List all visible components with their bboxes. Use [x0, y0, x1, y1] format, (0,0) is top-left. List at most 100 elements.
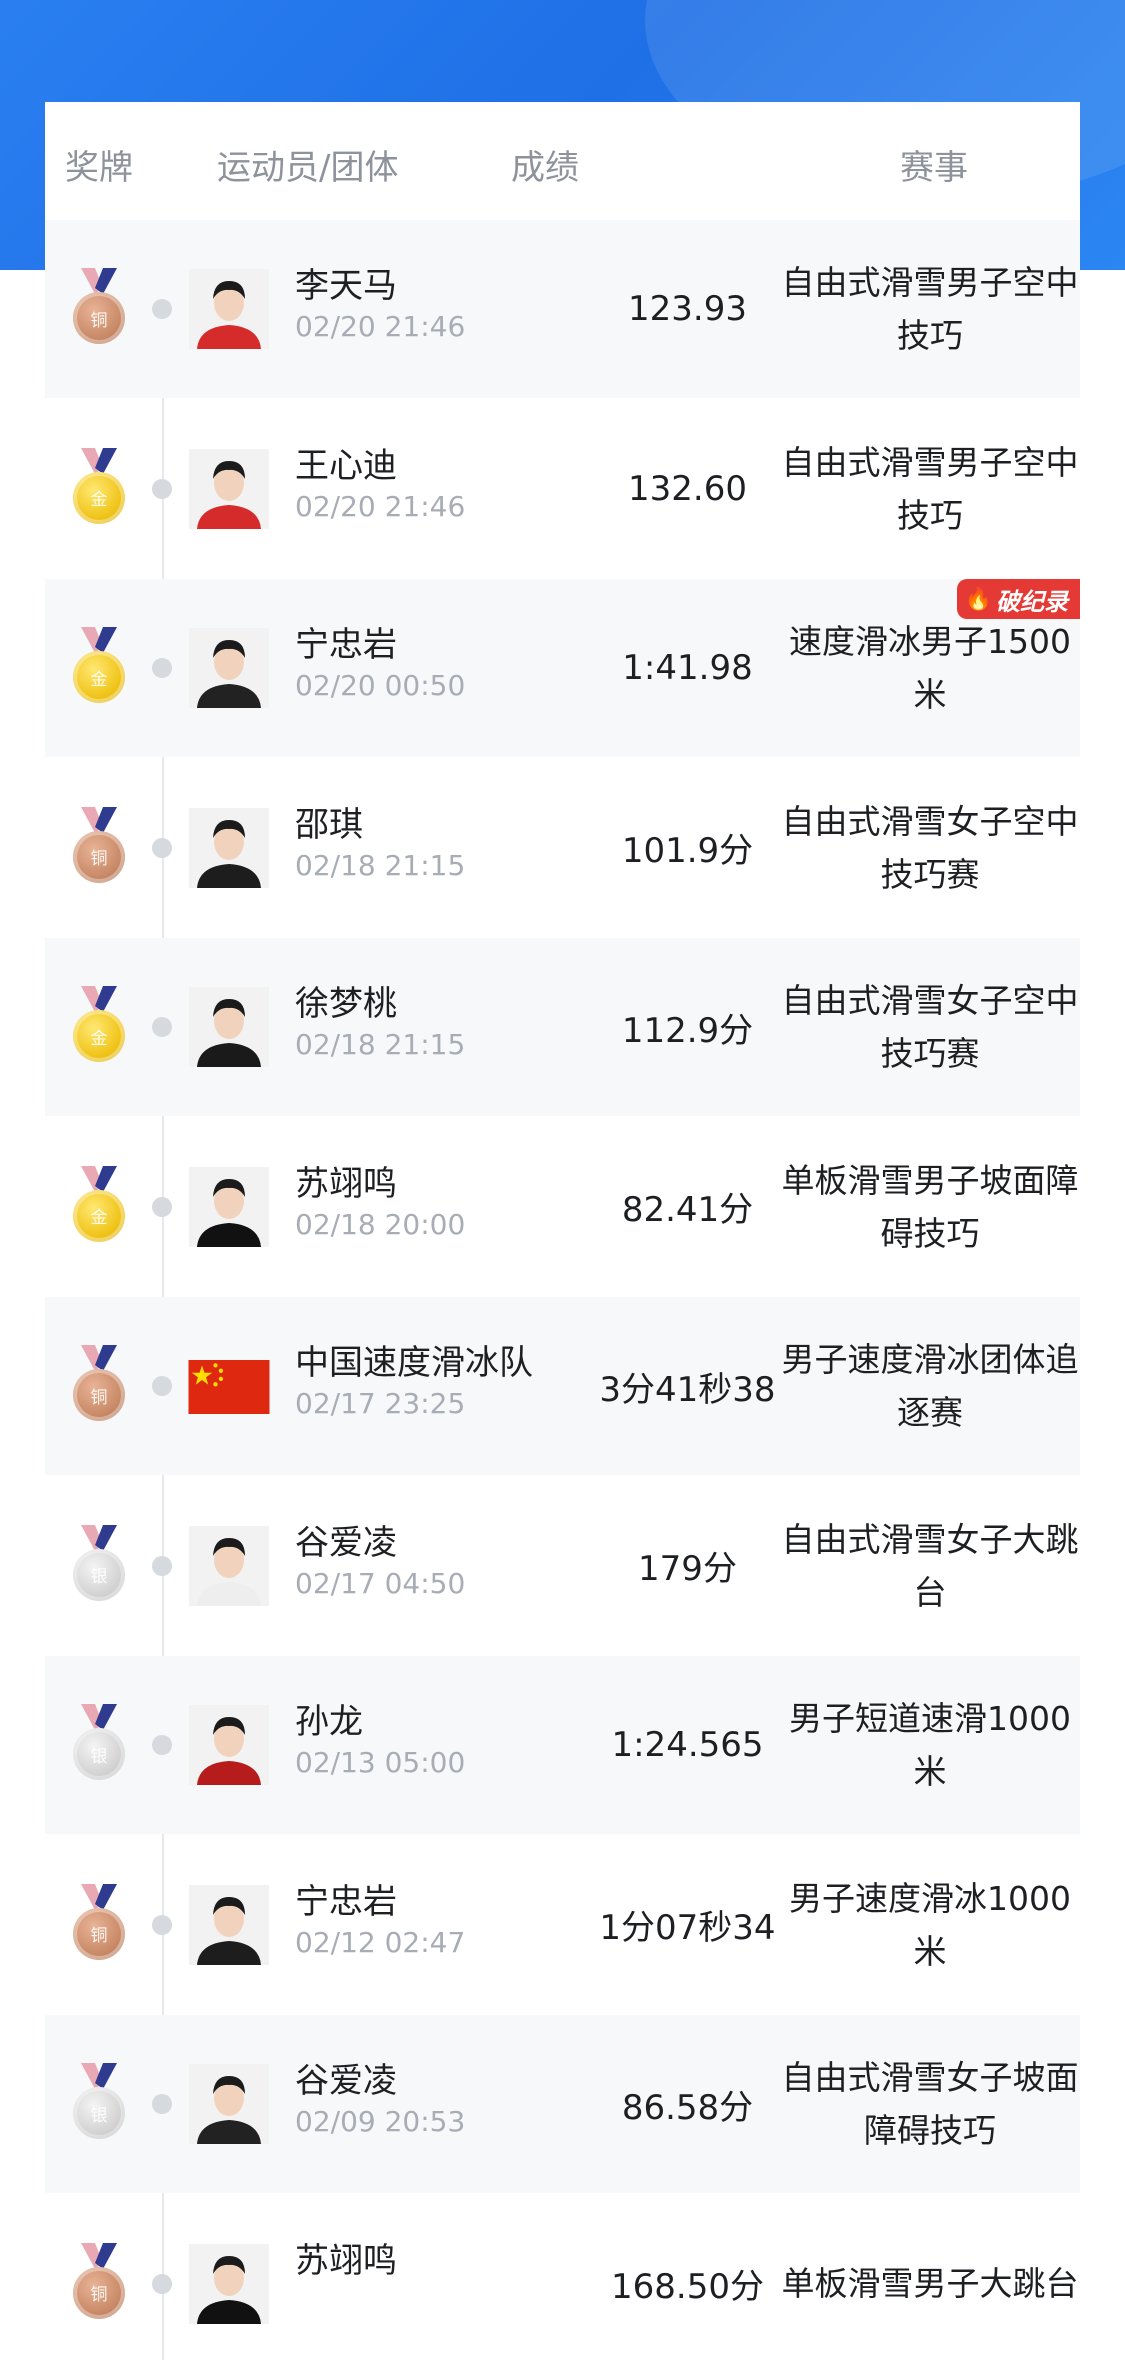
- avatar: [189, 1705, 269, 1785]
- medal-label: 银: [90, 2105, 108, 2126]
- medal-time: 02/13 05:00: [295, 1746, 466, 1779]
- medal-table: 奖牌 运动员/团体 成绩 赛事 铜 李天马 02/20 21:46 123.93…: [45, 102, 1080, 2360]
- event-name: 单板滑雪男子大跳台: [780, 2195, 1080, 2360]
- event-name: 自由式滑雪女子空中技巧赛: [780, 938, 1080, 1116]
- timeline-dot: [152, 2094, 172, 2114]
- medal-label: 铜: [90, 2285, 108, 2305]
- event-text: 自由式滑雪女子空中技巧赛: [781, 801, 1079, 894]
- timeline-dot: [152, 1735, 172, 1755]
- event-name: 单板滑雪男子坡面障碍技巧: [780, 1118, 1080, 1296]
- event-text: 自由式滑雪男子空中技巧: [781, 442, 1079, 535]
- gold-medal-icon: 金: [73, 1165, 125, 1244]
- score-text: 1:24.565: [611, 1725, 764, 1765]
- medal-row[interactable]: 金 苏翊鸣 02/18 20:00 82.41分 单板滑雪男子坡面障碍技巧: [45, 1118, 1080, 1296]
- event-text: 男子短道速滑1000米: [789, 1699, 1071, 1791]
- event-name: 自由式滑雪男子空中技巧: [780, 400, 1080, 578]
- medal-disc: 铜: [73, 292, 125, 344]
- timeline-dot: [152, 1017, 172, 1037]
- medal-label: 银: [90, 1746, 108, 1767]
- event-text: 自由式滑雪女子大跳台: [781, 1519, 1079, 1612]
- silver-medal-icon: 银: [73, 2063, 125, 2141]
- medal-time: 02/18 21:15: [295, 848, 466, 882]
- timeline-dot: [152, 658, 172, 678]
- event-name: 自由式滑雪女子坡面障碍技巧: [780, 2015, 1080, 2193]
- medal-row[interactable]: 银 谷爱凌 02/09 20:53 86.58分 自由式滑雪女子坡面障碍技巧: [45, 2015, 1080, 2193]
- score-text: 168.50分: [611, 2267, 764, 2307]
- medal-time: 02/17 04:50: [295, 1566, 466, 1600]
- medal-disc: 银: [73, 2087, 125, 2139]
- medal-disc: 铜: [73, 830, 125, 883]
- gold-medal-icon: 金: [73, 447, 125, 526]
- medal-time: 02/09 20:53: [295, 2105, 466, 2138]
- medal-label: 金: [90, 490, 108, 510]
- score-text: 112.9分: [621, 1010, 754, 1051]
- event-text: 单板滑雪男子大跳台: [781, 2264, 1079, 2303]
- avatar: [189, 1166, 269, 1247]
- timeline-dot: [152, 1376, 172, 1396]
- column-header-event: 赛事: [900, 148, 968, 188]
- score-text: 82.41分: [621, 1190, 754, 1230]
- athlete-name: 苏翊鸣: [295, 1163, 397, 1204]
- china-flag-icon: [188, 1360, 270, 1414]
- silver-medal-icon: 银: [73, 1704, 125, 1782]
- event-text: 自由式滑雪女子空中技巧赛: [781, 981, 1079, 1073]
- bronze-medal-icon: 铜: [73, 1345, 125, 1423]
- event-text: 速度滑冰男子1500米: [789, 622, 1071, 714]
- medal-row[interactable]: 银 孙龙 02/13 05:00 1:24.565 男子短道速滑1000米: [45, 1656, 1080, 1834]
- table-header: 奖牌 运动员/团体 成绩 赛事: [45, 102, 1080, 220]
- event-text: 单板滑雪男子坡面障碍技巧: [781, 1160, 1079, 1253]
- medal-time: 02/20 21:46: [295, 310, 466, 343]
- score-text: 101.9分: [621, 831, 754, 871]
- medal-row[interactable]: 铜 中国速度滑冰队 02/17 23:25 3分41秒38 男子速度滑冰团体追逐…: [45, 1297, 1080, 1475]
- avatar: [189, 1884, 269, 1965]
- timeline-dot: [152, 1196, 172, 1217]
- medal-label: 金: [90, 1208, 108, 1228]
- event-text: 自由式滑雪男子空中技巧: [781, 263, 1079, 355]
- athlete-name: 邵琪: [295, 804, 363, 845]
- bronze-medal-icon: 铜: [73, 806, 125, 885]
- event-text: 自由式滑雪女子坡面障碍技巧: [781, 2058, 1079, 2150]
- avatar: [189, 2064, 269, 2144]
- medal-disc: 铜: [73, 1907, 125, 1960]
- medal-label: 铜: [90, 1926, 108, 1946]
- medal-row[interactable]: 金 徐梦桃 02/18 21:15 112.9分 自由式滑雪女子空中技巧赛: [45, 938, 1080, 1116]
- medal-row[interactable]: 银 谷爱凌 02/17 04:50 179分 自由式滑雪女子大跳台: [45, 1477, 1080, 1655]
- avatar: [189, 987, 269, 1067]
- timeline-dot: [152, 1914, 172, 1935]
- medal-time: 02/17 23:25: [295, 1387, 466, 1420]
- medal-disc: 银: [73, 1548, 125, 1601]
- athlete-name: 宁忠岩: [295, 1881, 397, 1922]
- score-text: 132.60: [628, 468, 747, 509]
- athlete-name: 苏翊鸣: [295, 2240, 397, 2281]
- gold-medal-icon: 金: [73, 986, 125, 1064]
- medal-disc: 金: [73, 651, 125, 703]
- avatar: [189, 2243, 269, 2324]
- medal-label: 铜: [90, 1387, 108, 1408]
- bronze-medal-icon: 铜: [73, 1883, 125, 1962]
- score-text: 1分07秒34: [599, 1908, 776, 1948]
- medal-row[interactable]: 铜 李天马 02/20 21:46 123.93 自由式滑雪男子空中技巧: [45, 220, 1080, 398]
- medal-time: 02/18 21:15: [295, 1028, 466, 1061]
- athlete-name: 宁忠岩: [295, 625, 397, 665]
- avatar: [189, 1525, 269, 1606]
- avatar: [189, 628, 269, 708]
- medal-disc: 铜: [73, 2266, 125, 2319]
- medal-label: 铜: [90, 310, 108, 331]
- medal-row[interactable]: 金 王心迪 02/20 21:46 132.60 自由式滑雪男子空中技巧: [45, 400, 1080, 578]
- medal-disc: 银: [73, 1728, 125, 1780]
- event-text: 男子速度滑冰1000米: [789, 1878, 1071, 1971]
- bronze-medal-icon: 铜: [73, 268, 125, 346]
- medal-time: 02/20 00:50: [295, 669, 466, 702]
- athlete-name: 李天马: [295, 266, 397, 306]
- medal-row[interactable]: 铜 宁忠岩 02/12 02:47 1分07秒34 男子速度滑冰1000米: [45, 1836, 1080, 2014]
- event-name: 自由式滑雪男子空中技巧: [780, 220, 1080, 398]
- timeline-dot: [152, 837, 172, 858]
- record-badge: 🔥 破纪录: [956, 579, 1080, 619]
- athlete-name: 中国速度滑冰队: [295, 1343, 533, 1383]
- medal-label: 银: [90, 1567, 108, 1587]
- medal-disc: 金: [73, 471, 125, 524]
- medal-row[interactable]: 铜 邵琪 02/18 21:15 101.9分 自由式滑雪女子空中技巧赛: [45, 759, 1080, 937]
- medal-row[interactable]: 金 宁忠岩 02/20 00:50 1:41.98 速度滑冰男子1500米 🔥 破…: [45, 579, 1080, 757]
- score-text: 179分: [638, 1549, 737, 1589]
- medal-row[interactable]: 铜 苏翊鸣 168.50分 单板滑雪男子大跳台: [45, 2195, 1080, 2360]
